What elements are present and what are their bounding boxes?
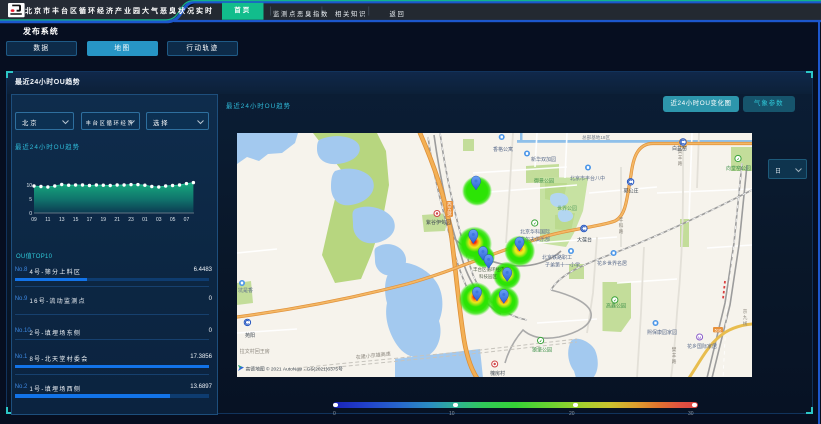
svg-text:11: 11 [45, 217, 50, 223]
svg-text:狼垡公园: 狼垡公园 [532, 346, 552, 353]
svg-text:郭公庄: 郭公庄 [624, 187, 639, 194]
svg-text:苑阳: 苑阳 [245, 332, 255, 339]
svg-text:槐房村: 槐房村 [490, 370, 505, 377]
svg-text:丰: 丰 [619, 216, 624, 223]
svg-text:M: M [698, 335, 701, 340]
svg-text:花乡国际家居: 花乡国际家居 [687, 343, 717, 350]
svg-text:5: 5 [29, 197, 32, 203]
svg-text:路: 路 [678, 160, 683, 167]
svg-text:09: 09 [31, 217, 37, 223]
svg-text:05: 05 [169, 217, 175, 223]
svg-text:516: 516 [715, 327, 722, 332]
svg-text:花乡世界名居: 花乡世界名居 [597, 260, 627, 267]
svg-text:07: 07 [183, 217, 189, 223]
svg-text:世界公园: 世界公园 [557, 205, 577, 212]
svg-text:科: 科 [619, 222, 624, 229]
svg-text:15: 15 [72, 217, 78, 223]
svg-text:御景公园: 御景公园 [534, 177, 554, 184]
svg-text:北京华科国际: 北京华科国际 [520, 228, 550, 235]
svg-text:大葆台: 大葆台 [577, 236, 592, 243]
svg-text:路: 路 [619, 228, 624, 235]
svg-text:白盆窑: 白盆窑 [672, 145, 687, 152]
svg-text:总部基地18区: 总部基地18区 [582, 134, 610, 141]
svg-text:向堂窑公园: 向堂窑公园 [726, 165, 751, 172]
svg-text:熙保康园家园: 熙保康园家园 [647, 329, 677, 336]
svg-text:线: 线 [743, 320, 748, 326]
svg-text:羊: 羊 [672, 352, 677, 359]
svg-text:九: 九 [743, 314, 748, 321]
svg-text:香格公寓: 香格公寓 [493, 146, 513, 153]
svg-text:高鑫公园: 高鑫公园 [606, 302, 626, 309]
svg-text:新华双加园: 新华双加园 [531, 156, 556, 163]
svg-text:23: 23 [128, 217, 134, 223]
svg-text:紫谷伊甸园: 紫谷伊甸园 [426, 219, 451, 226]
svg-text:京: 京 [743, 308, 748, 315]
svg-text:高德地图 © 2021 AutoNavi - GS(2021: 高德地图 © 2021 AutoNavi - GS(2021)6375号 [246, 365, 344, 372]
svg-text:子弟第十一小学: 子弟第十一小学 [545, 261, 580, 268]
svg-text:科技园区: 科技园区 [479, 273, 497, 280]
svg-text:路: 路 [672, 358, 677, 365]
svg-text:03: 03 [155, 217, 161, 223]
svg-text:坑是香: 坑是香 [238, 287, 253, 294]
svg-text:01: 01 [142, 217, 148, 223]
svg-text:北京市丰台八中: 北京市丰台八中 [570, 175, 605, 182]
svg-text:拉文村回王房: 拉文村回王房 [240, 348, 270, 355]
svg-text:羊: 羊 [678, 154, 683, 161]
svg-text:19: 19 [100, 217, 106, 223]
svg-text:13: 13 [58, 217, 64, 223]
svg-text:10: 10 [26, 183, 32, 189]
svg-text:高尔夫俱乐部: 高尔夫俱乐部 [520, 236, 550, 243]
svg-text:樊: 樊 [672, 346, 677, 353]
svg-text:北京铁路职工: 北京铁路职工 [542, 254, 572, 261]
svg-text:17: 17 [86, 217, 92, 223]
svg-text:21: 21 [114, 217, 120, 223]
